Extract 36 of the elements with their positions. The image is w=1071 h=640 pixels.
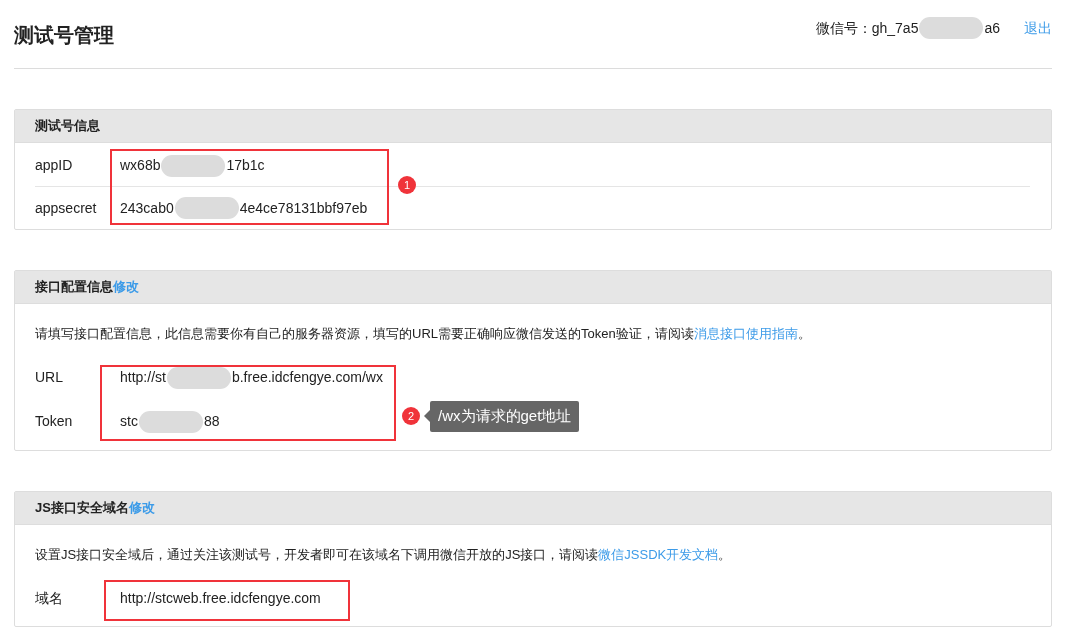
field-label: 域名	[35, 588, 64, 608]
section-title: JS接口安全域名	[35, 498, 129, 517]
redaction-blur	[138, 410, 203, 433]
section-description: 请填写接口配置信息，此信息需要你有自己的服务器资源，填写的URL需要正确响应微信发送的Token验证，请阅读消息接口使用指南。	[35, 325, 812, 343]
field-label: Token	[35, 412, 74, 431]
field-value: 17b1c	[226, 156, 265, 175]
field-value: b.free.idcfengye.com/wx	[231, 368, 383, 387]
redaction-blur	[174, 197, 239, 219]
page-title: 测试号管理	[14, 23, 114, 48]
field-label: appID	[35, 156, 74, 175]
account-label: 微信号：	[815, 18, 872, 38]
field-value: http://st	[120, 368, 166, 387]
redaction-blur	[166, 366, 231, 389]
redaction-blur	[161, 154, 226, 177]
redaction-blur	[919, 17, 984, 39]
number-badge: 2	[402, 407, 420, 426]
section-title: 测试号信息	[35, 117, 100, 136]
section-description: 设置JS接口安全域后，通过关注该测试号，开发者即可在该域名下调用微信开放的JS接口，请阅读微信JSSDK开发文档。	[35, 545, 733, 564]
field-value: 88	[203, 412, 220, 431]
doc-link[interactable]: 微信JSSDK开发文档	[598, 546, 719, 562]
field-label: URL	[35, 368, 64, 387]
number-badge: 1	[398, 176, 416, 194]
field-value: wx68b	[120, 156, 161, 175]
section-title: 接口配置信息	[35, 278, 113, 297]
field-value: 4e4ce78131bbf97eb	[239, 198, 368, 218]
logout-link[interactable]: 退出	[1024, 17, 1052, 39]
tooltip: /wx为请求的get地址	[430, 401, 580, 432]
field-value: gh_7a5	[871, 18, 919, 38]
edit-link[interactable]: 修改	[113, 277, 139, 297]
field-label: appsecret	[35, 198, 98, 218]
doc-link[interactable]: 消息接口使用指南	[693, 326, 798, 341]
field-value: a6	[984, 18, 1000, 38]
edit-link[interactable]: 修改	[128, 497, 155, 518]
field-value: stc	[120, 412, 138, 431]
field-value: 243cab0	[120, 198, 174, 218]
field-value: http://stcweb.free.idcfengye.com	[120, 588, 321, 608]
